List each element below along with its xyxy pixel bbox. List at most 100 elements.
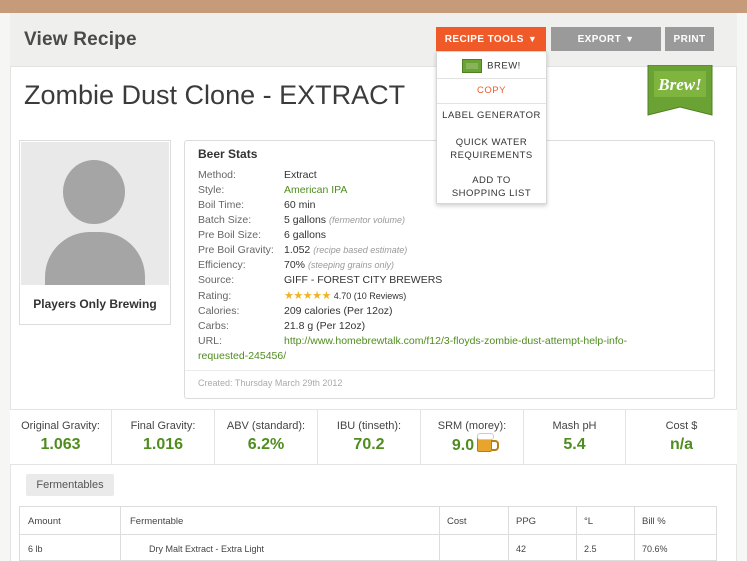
caret-down-icon: ▼ bbox=[527, 34, 538, 44]
column-divider bbox=[439, 507, 440, 561]
stat-value-source: GIFF - FOREST CITY BREWERS bbox=[284, 274, 443, 286]
row-amount: 6 lb bbox=[28, 544, 43, 554]
recipe-tools-button[interactable]: RECIPE TOOLS ▼ bbox=[436, 27, 546, 51]
stat-value-calories: 209 calories (Per 12oz) bbox=[284, 305, 393, 317]
stat-label-batch-size: Batch Size: bbox=[198, 214, 252, 226]
avatar-body-icon bbox=[45, 232, 145, 285]
metric-value: 1.063 bbox=[40, 436, 81, 453]
row-lovibond: 2.5 bbox=[584, 544, 597, 554]
metric-original-gravity: Original Gravity: 1.063 bbox=[10, 410, 112, 465]
column-header-lovibond: °L bbox=[584, 516, 594, 527]
metric-cost: Cost $ n/a bbox=[626, 410, 737, 465]
metric-value: 6.2% bbox=[247, 436, 285, 453]
recipe-url-link[interactable]: http://www.homebrewtalk.com/f12/3-floyds… bbox=[284, 335, 627, 347]
caret-down-icon: ▼ bbox=[625, 34, 635, 44]
stat-label-calories: Calories: bbox=[198, 305, 240, 317]
recipe-url-link-cont[interactable]: requested-245456/ bbox=[198, 350, 286, 362]
metric-mash-ph: Mash pH 5.4 bbox=[524, 410, 626, 465]
table-header-row bbox=[20, 507, 716, 535]
stat-label-source: Source: bbox=[198, 274, 235, 286]
pre-boil-gravity-value: 1.052 bbox=[284, 244, 311, 256]
metric-label: IBU (tinseth): bbox=[336, 420, 402, 432]
dropdown-item-shopping-line2: SHOPPING LIST bbox=[451, 188, 532, 199]
beer-mug-icon bbox=[477, 433, 500, 452]
metric-final-gravity: Final Gravity: 1.016 bbox=[112, 410, 215, 465]
stat-value-rating: ★★★★★ 4.70 (10 Reviews) bbox=[284, 289, 406, 302]
metrics-bar: Original Gravity: 1.063 Final Gravity: 1… bbox=[10, 409, 737, 465]
print-label: PRINT bbox=[673, 33, 706, 45]
stat-value-style[interactable]: American IPA bbox=[284, 184, 347, 196]
dropdown-item-brew[interactable]: BREW! bbox=[437, 59, 546, 73]
dropdown-item-copy[interactable]: COPY bbox=[437, 84, 546, 97]
dropdown-item-quick-water-line2: REQUIREMENTS bbox=[450, 150, 533, 161]
stat-label-method: Method: bbox=[198, 169, 236, 181]
stat-label-url: URL: bbox=[198, 335, 222, 347]
stat-value-pre-boil-gravity: 1.052 (recipe based estimate) bbox=[284, 244, 407, 256]
metric-label: Mash pH bbox=[552, 420, 597, 432]
stat-label-style: Style: bbox=[198, 184, 225, 196]
metric-value: 70.2 bbox=[353, 436, 385, 453]
column-divider bbox=[634, 507, 635, 561]
dropdown-item-brew-label: BREW! bbox=[487, 60, 521, 72]
stat-value-pre-boil-size: 6 gallons bbox=[284, 229, 327, 241]
metric-label: Final Gravity: bbox=[130, 420, 196, 432]
dropdown-item-quick-water[interactable]: QUICK WATER REQUIREMENTS bbox=[437, 136, 546, 162]
stat-value-method: Extract bbox=[284, 169, 317, 181]
print-button[interactable]: PRINT bbox=[665, 27, 714, 51]
batch-size-note: (fermentor volume) bbox=[328, 215, 405, 225]
column-divider bbox=[576, 507, 577, 561]
avatar-head-icon bbox=[63, 160, 125, 224]
stat-value-carbs: 21.8 g (Per 12oz) bbox=[284, 320, 366, 332]
dropdown-divider bbox=[437, 103, 546, 104]
stat-value-boil-time: 60 min bbox=[284, 199, 316, 211]
dropdown-item-label-generator[interactable]: LABEL GENERATOR bbox=[437, 109, 546, 122]
column-header-amount: Amount bbox=[28, 516, 61, 527]
dropdown-item-quick-water-line1: QUICK WATER bbox=[455, 137, 528, 148]
row-ppg: 42 bbox=[516, 544, 527, 554]
page-title: View Recipe bbox=[24, 29, 137, 50]
column-divider bbox=[120, 507, 121, 561]
batch-size-value: 5 gallons bbox=[284, 214, 327, 226]
export-label: EXPORT bbox=[577, 33, 622, 45]
metric-value: 5.4 bbox=[563, 436, 586, 453]
efficiency-value: 70% bbox=[284, 259, 306, 271]
stats-divider bbox=[185, 370, 714, 371]
column-header-ppg: PPG bbox=[516, 516, 537, 527]
export-button[interactable]: EXPORT ▼ bbox=[551, 27, 661, 51]
row-bill: 70.6% bbox=[642, 544, 668, 554]
metric-value: n/a bbox=[669, 436, 694, 453]
recipe-tools-dropdown: BREW! COPY LABEL GENERATOR QUICK WATER R… bbox=[436, 51, 547, 204]
dropdown-item-shopping-list[interactable]: ADD TO SHOPPING LIST bbox=[437, 174, 546, 200]
stat-label-carbs: Carbs: bbox=[198, 320, 229, 332]
fermentables-table: Amount Fermentable Cost PPG °L Bill % 6 … bbox=[19, 506, 717, 561]
stat-value-batch-size: 5 gallons (fermentor volume) bbox=[284, 214, 405, 226]
metric-value-srm: 9.0 bbox=[421, 433, 523, 455]
pre-boil-gravity-note: (recipe based estimate) bbox=[313, 245, 408, 255]
efficiency-note: (steeping grains only) bbox=[307, 260, 394, 270]
metric-ibu: IBU (tinseth): 70.2 bbox=[318, 410, 421, 465]
stat-value-efficiency: 70% (steeping grains only) bbox=[284, 259, 394, 271]
metric-srm: SRM (morey): 9.0 bbox=[421, 410, 524, 465]
beer-stats-title: Beer Stats bbox=[198, 147, 258, 161]
created-date: Created: Thursday March 29th 2012 bbox=[198, 378, 343, 388]
metric-value: 1.016 bbox=[142, 436, 184, 453]
dropdown-item-shopping-line1: ADD TO bbox=[472, 175, 511, 186]
column-divider bbox=[508, 507, 509, 561]
row-fermentable-link[interactable]: Dry Malt Extract - Extra Light bbox=[149, 544, 264, 554]
stat-label-pre-boil-size: Pre Boil Size: bbox=[198, 229, 262, 241]
stat-label-boil-time: Boil Time: bbox=[198, 199, 245, 211]
dropdown-divider bbox=[437, 78, 546, 79]
star-rating-icon: ★★★★★ bbox=[284, 290, 331, 302]
brew-badge-label: Brew! bbox=[657, 75, 701, 94]
recipe-tools-label: RECIPE TOOLS bbox=[444, 33, 524, 45]
stat-label-efficiency: Efficiency: bbox=[198, 259, 246, 271]
metric-label: Cost $ bbox=[665, 420, 698, 432]
brewer-name[interactable]: Players Only Brewing bbox=[20, 297, 170, 311]
brewer-photo-card: Players Only Brewing bbox=[19, 140, 171, 325]
stat-label-rating: Rating: bbox=[198, 290, 232, 302]
column-header-fermentable: Fermentable bbox=[130, 516, 184, 527]
tab-fermentables[interactable]: Fermentables bbox=[26, 474, 114, 496]
recipe-title: Zombie Dust Clone - EXTRACT bbox=[24, 80, 406, 110]
brew-badge[interactable]: Brew! bbox=[644, 65, 716, 117]
rating-text: 4.70 (10 Reviews) bbox=[333, 291, 407, 301]
